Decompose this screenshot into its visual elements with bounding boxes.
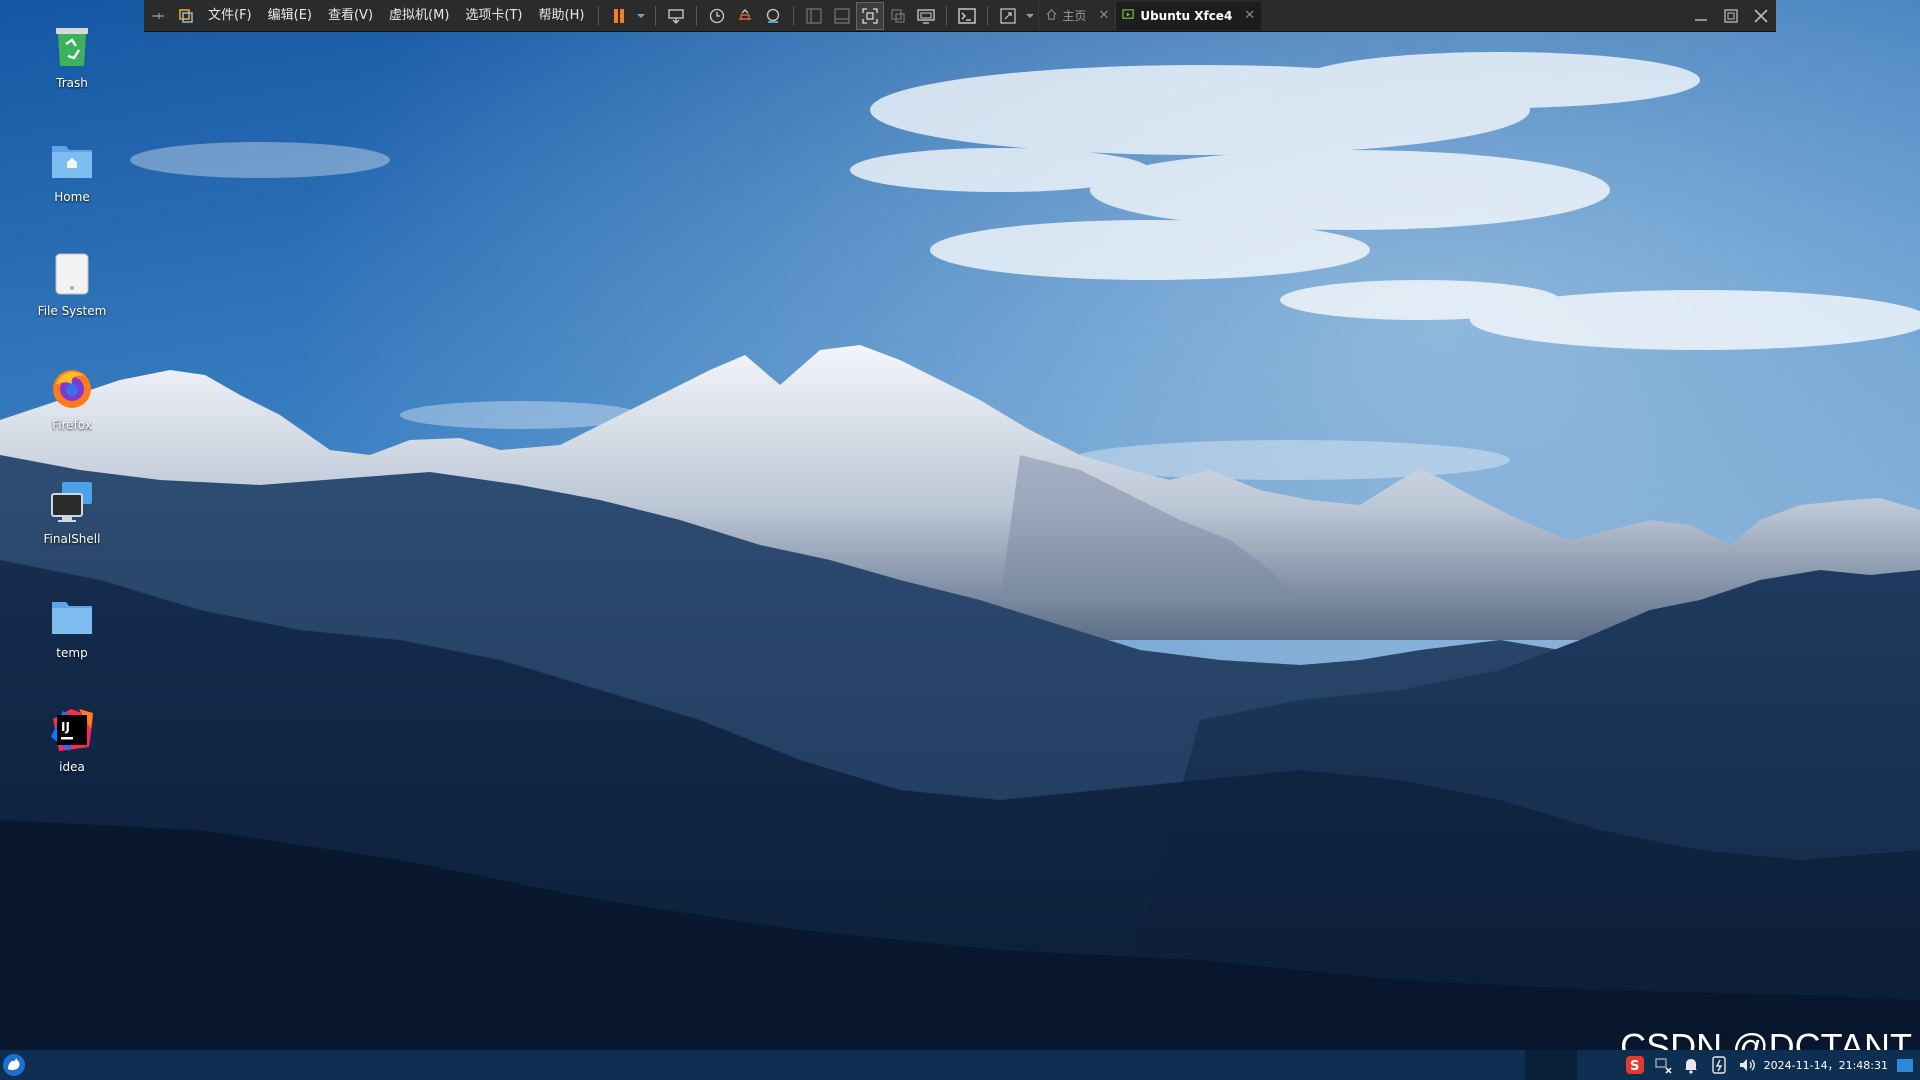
menu-vm[interactable]: 虚拟机(M) [381, 2, 457, 30]
svg-text:S: S [1630, 1059, 1639, 1074]
unity-icon[interactable] [884, 2, 912, 30]
volume-icon[interactable] [1736, 1054, 1758, 1076]
home-folder-icon [48, 136, 96, 184]
clock[interactable]: 2024-11-14，21:48:31 [1764, 1057, 1888, 1073]
separator [946, 5, 948, 26]
menu-help[interactable]: 帮助(H) [531, 2, 593, 30]
tab-label: Ubuntu Xfce4 [1140, 8, 1233, 23]
home-icon [1045, 8, 1058, 24]
desktop-icon-firefox[interactable]: Firefox [24, 364, 120, 432]
desktop-icon-trash[interactable]: Trash [24, 22, 120, 90]
intellij-idea-icon: IJ [48, 706, 96, 754]
system-tray: S 2024-11-14，21:48:31 [1624, 1050, 1920, 1080]
send-ctrl-alt-del-icon[interactable] [662, 2, 690, 30]
panel-empty-area [1525, 1050, 1577, 1080]
drive-icon [48, 250, 96, 298]
desktop-icon-label: temp [56, 646, 88, 660]
sogou-input-icon[interactable]: S [1624, 1054, 1646, 1076]
menu-view[interactable]: 查看(V) [320, 2, 381, 30]
vmware-toolbar: 文件(F) 编辑(E) 查看(V) 虚拟机(M) 选项卡(T) 帮助(H) 主页… [144, 0, 1776, 32]
desktop-icon-label: FinalShell [43, 532, 101, 546]
desktop-icon-idea[interactable]: IJ idea [24, 706, 120, 774]
show-library-icon[interactable] [800, 2, 828, 30]
menu-tabs[interactable]: 选项卡(T) [457, 2, 530, 30]
close-icon[interactable]: ✕ [1098, 8, 1109, 23]
fullscreen-icon[interactable] [856, 1, 885, 30]
desktop-icon-label: Home [54, 190, 90, 204]
tab-home[interactable]: 主页 ✕ [1038, 1, 1115, 30]
firefox-icon [48, 364, 96, 412]
desktop-icon-file-system[interactable]: File System [24, 250, 120, 318]
show-thumbnail-bar-icon[interactable] [828, 2, 856, 30]
pin-icon[interactable] [144, 2, 172, 30]
chevron-down-icon[interactable] [633, 2, 649, 30]
tab-ubuntu-xfce4[interactable]: Ubuntu Xfce4 ✕ [1115, 1, 1262, 30]
finalshell-icon [48, 478, 96, 526]
desktop-icon-home[interactable]: Home [24, 136, 120, 204]
desktop-icon-temp[interactable]: temp [24, 592, 120, 660]
desktop-screen: 文件(F) 编辑(E) 查看(V) 虚拟机(M) 选项卡(T) 帮助(H) 主页… [0, 0, 1920, 1080]
stretch-guest-icon[interactable] [994, 2, 1022, 30]
console-view-icon[interactable] [912, 2, 940, 30]
menu-edit[interactable]: 编辑(E) [260, 2, 320, 30]
pause-icon[interactable] [605, 2, 633, 30]
trash-icon [48, 22, 96, 70]
minimize-icon[interactable] [1686, 1, 1716, 31]
wallpaper [0, 0, 1920, 1080]
restore-icon[interactable] [1716, 1, 1746, 31]
separator [987, 5, 989, 26]
show-desktop-icon[interactable] [1894, 1054, 1916, 1076]
desktop-icon-label: Trash [56, 76, 88, 90]
snapshot-icon[interactable] [703, 2, 731, 30]
folder-icon [48, 592, 96, 640]
close-window-icon[interactable] [1746, 1, 1776, 31]
separator [598, 5, 600, 26]
separator [793, 5, 795, 26]
separator [696, 5, 698, 26]
network-disconnected-icon[interactable] [1652, 1054, 1674, 1076]
separator [655, 5, 657, 26]
xfce-panel: S 2024-11-14，21:48:31 [0, 1050, 1920, 1080]
snapshot-manager-icon[interactable] [759, 2, 787, 30]
chevron-down-icon[interactable] [1022, 2, 1038, 30]
desktop-icon-label: Firefox [52, 418, 92, 432]
whisker-menu-icon[interactable] [2, 1053, 26, 1077]
svg-text:IJ: IJ [61, 720, 70, 734]
revert-snapshot-icon[interactable] [731, 2, 759, 30]
vm-running-icon [1122, 8, 1135, 24]
desktop-icon-finalshell[interactable]: FinalShell [24, 478, 120, 546]
desktop-icon-label: File System [37, 304, 107, 318]
notification-bell-icon[interactable] [1680, 1054, 1702, 1076]
menu-file[interactable]: 文件(F) [200, 2, 260, 30]
desktop-icon-label: idea [59, 760, 85, 774]
power-manager-icon[interactable] [1708, 1054, 1730, 1076]
close-icon[interactable]: ✕ [1244, 8, 1255, 23]
terminal-icon[interactable] [953, 2, 981, 30]
tab-label: 主页 [1062, 9, 1087, 23]
vmware-logo-icon[interactable] [172, 2, 200, 30]
